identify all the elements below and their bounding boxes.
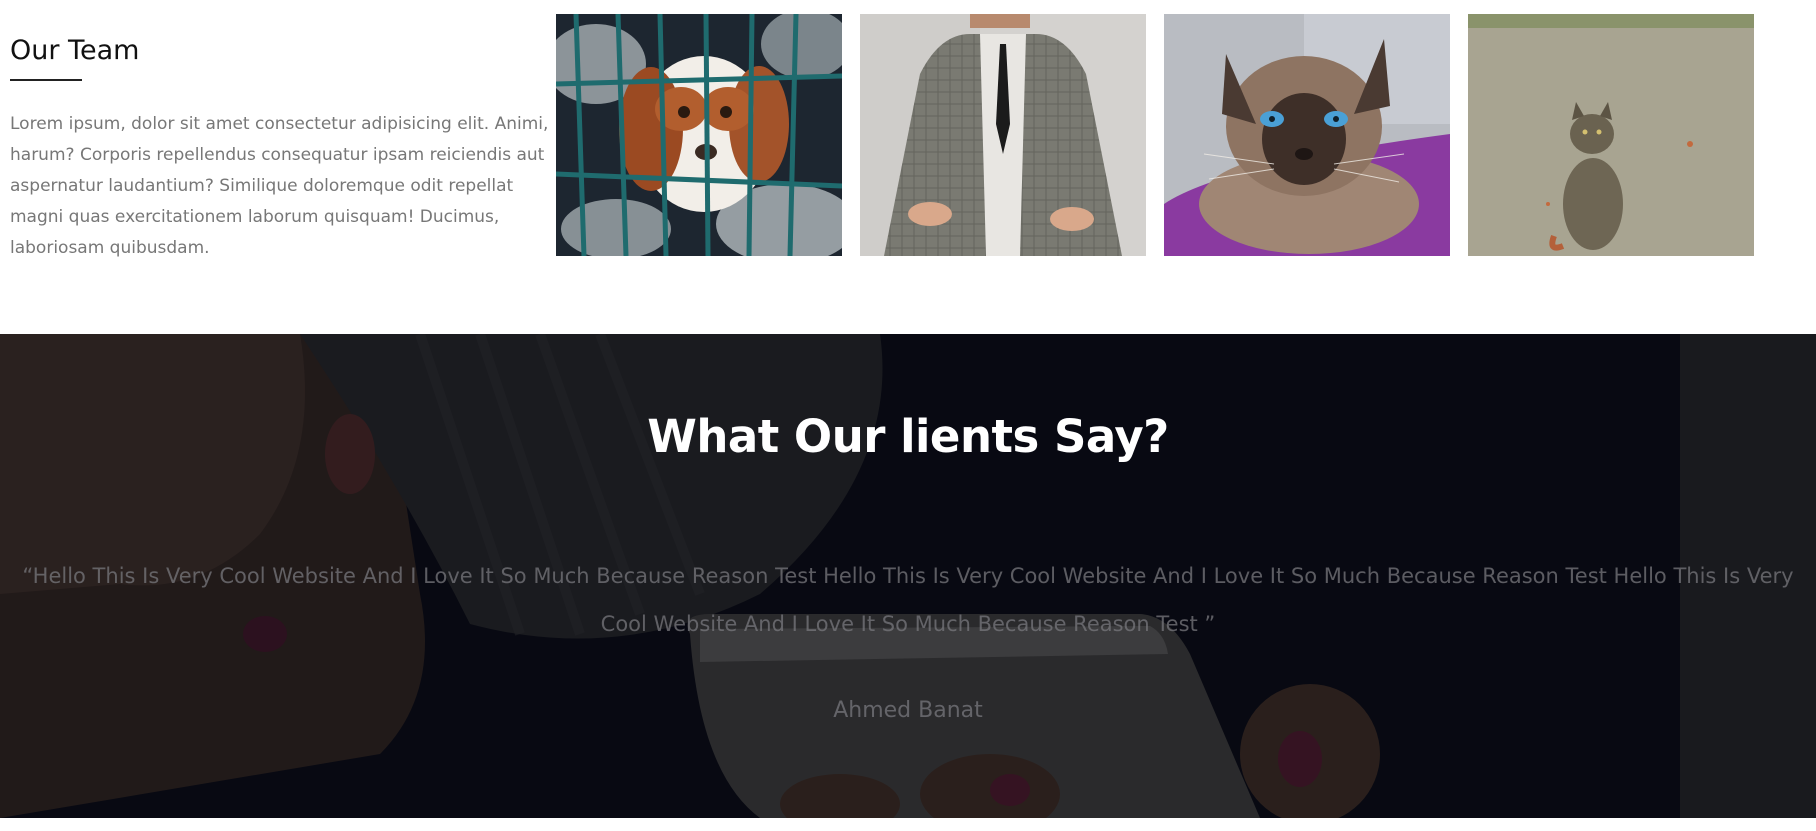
team-section: Our Team Lorem ipsum, dolor sit amet con… bbox=[0, 0, 1816, 334]
team-photo-dog bbox=[556, 14, 842, 256]
gray-cat-photo-image bbox=[1468, 14, 1754, 256]
team-description: Lorem ipsum, dolor sit amet consectetur … bbox=[10, 114, 549, 258]
team-title: Our Team bbox=[10, 35, 140, 66]
testimonial-author: Ahmed Banat bbox=[833, 698, 983, 723]
woman-photo-image bbox=[860, 14, 1146, 256]
team-photo-siamese-cat bbox=[1164, 14, 1450, 256]
testimonials-section: What Our lients Say? “Hello This Is Very… bbox=[0, 334, 1816, 818]
team-photo-gray-cat bbox=[1468, 14, 1754, 256]
team-photo-woman bbox=[860, 14, 1146, 256]
page-bottom-edge bbox=[0, 818, 1816, 831]
testimonials-title: What Our lients Say? bbox=[647, 410, 1169, 463]
siamese-cat-photo-image bbox=[1164, 14, 1450, 256]
title-underline bbox=[10, 79, 82, 81]
team-intro: Our Team Lorem ipsum, dolor sit amet con… bbox=[10, 30, 550, 264]
dog-photo-image bbox=[556, 14, 842, 256]
testimonial-quote: “Hello This Is Very Cool Website And I L… bbox=[22, 564, 1794, 636]
